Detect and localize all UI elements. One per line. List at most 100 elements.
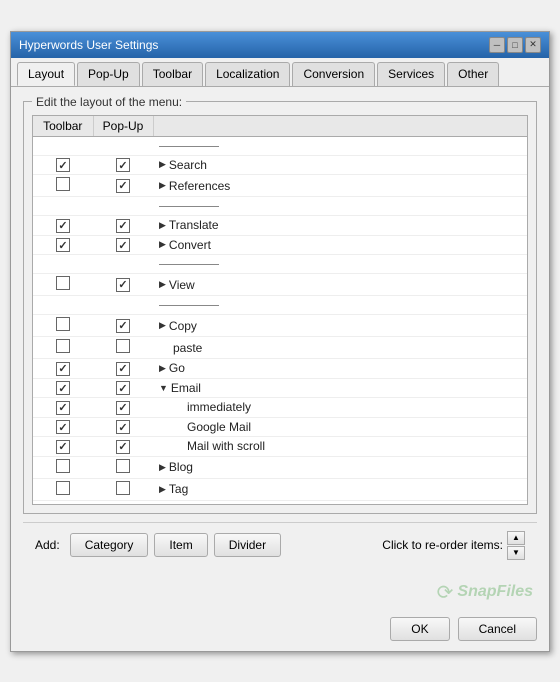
menu-table: Toolbar Pop-Up ▶Search▶References▶Transl… xyxy=(33,116,527,505)
label-text: Search xyxy=(169,158,207,172)
item-label-cell: ▼Email xyxy=(153,378,527,398)
toolbar-checkbox[interactable] xyxy=(56,481,70,495)
popup-checkbox[interactable] xyxy=(116,362,130,376)
popup-cell xyxy=(93,478,153,500)
item-label: ▶Search xyxy=(159,158,523,172)
category-button[interactable]: Category xyxy=(70,533,149,557)
add-bar: Add: Category Item Divider Click to re-o… xyxy=(23,522,537,568)
popup-cell xyxy=(93,255,153,274)
toolbar-checkbox[interactable] xyxy=(56,420,70,434)
toolbar-checkbox[interactable] xyxy=(56,381,70,395)
toolbar-cell xyxy=(33,359,93,379)
label-text: Convert xyxy=(169,238,211,252)
popup-cell xyxy=(93,456,153,478)
popup-checkbox[interactable] xyxy=(116,381,130,395)
label-text: Copy xyxy=(169,319,197,333)
footer-bar: OK Cancel xyxy=(11,611,549,651)
col-item xyxy=(153,116,527,137)
table-row: ▶Tag xyxy=(33,478,527,500)
popup-checkbox[interactable] xyxy=(116,238,130,252)
layout-fieldset: Edit the layout of the menu: Toolbar Pop… xyxy=(23,95,537,514)
ok-button[interactable]: OK xyxy=(390,617,449,641)
popup-checkbox[interactable] xyxy=(116,440,130,454)
item-label-cell: ▶Search xyxy=(153,155,527,175)
item-button[interactable]: Item xyxy=(154,533,207,557)
popup-checkbox[interactable] xyxy=(116,420,130,434)
toolbar-checkbox[interactable] xyxy=(56,362,70,376)
table-header-row: Toolbar Pop-Up xyxy=(33,116,527,137)
popup-checkbox[interactable] xyxy=(116,179,130,193)
reorder-down-button[interactable]: ▼ xyxy=(507,546,525,560)
table-row: ▼Email xyxy=(33,378,527,398)
item-label-cell xyxy=(153,296,527,315)
popup-cell xyxy=(93,359,153,379)
item-label: ▶Tag xyxy=(159,482,523,496)
item-label: paste xyxy=(173,341,523,355)
toolbar-cell xyxy=(33,255,93,274)
popup-cell xyxy=(93,417,153,437)
divider-line xyxy=(159,264,219,265)
label-text: Tag xyxy=(169,482,188,496)
popup-checkbox[interactable] xyxy=(116,401,130,415)
add-label: Add: xyxy=(35,538,60,552)
toolbar-checkbox[interactable] xyxy=(56,459,70,473)
toolbar-checkbox[interactable] xyxy=(56,276,70,290)
label-text: Email xyxy=(171,381,201,395)
toolbar-cell xyxy=(33,197,93,216)
toolbar-checkbox[interactable] xyxy=(56,238,70,252)
popup-cell xyxy=(93,296,153,315)
toolbar-checkbox[interactable] xyxy=(56,440,70,454)
table-row: ▶Translate xyxy=(33,216,527,236)
tab-toolbar[interactable]: Toolbar xyxy=(142,62,203,86)
tab-services[interactable]: Services xyxy=(377,62,445,86)
popup-checkbox[interactable] xyxy=(116,481,130,495)
toolbar-checkbox[interactable] xyxy=(56,158,70,172)
item-label-cell: ▶Translate xyxy=(153,216,527,236)
item-label: ▶Blog xyxy=(159,460,523,474)
table-row: ▶View xyxy=(33,274,527,296)
toolbar-checkbox[interactable] xyxy=(56,177,70,191)
popup-checkbox[interactable] xyxy=(116,219,130,233)
toolbar-checkbox[interactable] xyxy=(56,339,70,353)
snap-icon: ⟳ xyxy=(437,580,454,605)
maximize-button[interactable]: □ xyxy=(507,37,523,53)
popup-checkbox[interactable] xyxy=(116,278,130,292)
divider-button[interactable]: Divider xyxy=(214,533,281,557)
popup-cell xyxy=(93,378,153,398)
cancel-button[interactable]: Cancel xyxy=(458,617,537,641)
tab-conversion[interactable]: Conversion xyxy=(292,62,375,86)
item-label-cell: ▶Convert xyxy=(153,235,527,255)
label-text: Blog xyxy=(169,460,193,474)
popup-checkbox[interactable] xyxy=(116,158,130,172)
minimize-button[interactable]: ─ xyxy=(489,37,505,53)
toolbar-checkbox[interactable] xyxy=(56,317,70,331)
label-text: Translate xyxy=(169,218,219,232)
arrow-icon: ▶ xyxy=(159,484,166,495)
reorder-up-button[interactable]: ▲ xyxy=(507,531,525,545)
menu-table-container[interactable]: Toolbar Pop-Up ▶Search▶References▶Transl… xyxy=(32,115,528,505)
item-label-cell: immediately xyxy=(153,398,527,418)
table-row: immediately xyxy=(33,398,527,418)
item-label-cell: ▶References xyxy=(153,175,527,197)
main-window: Hyperwords User Settings ─ □ ✕ Layout Po… xyxy=(10,31,550,652)
arrow-icon: ▶ xyxy=(159,239,166,250)
tab-localization[interactable]: Localization xyxy=(205,62,290,86)
toolbar-checkbox[interactable] xyxy=(56,401,70,415)
table-row: ▶Search xyxy=(33,155,527,175)
tab-other[interactable]: Other xyxy=(447,62,499,86)
popup-cell xyxy=(93,216,153,236)
toolbar-cell xyxy=(33,378,93,398)
tab-popup[interactable]: Pop-Up xyxy=(77,62,140,86)
tab-layout[interactable]: Layout xyxy=(17,62,75,86)
popup-checkbox[interactable] xyxy=(116,319,130,333)
item-label-cell: ▶Copy xyxy=(153,315,527,337)
item-label: ▶View xyxy=(159,278,523,292)
popup-checkbox[interactable] xyxy=(116,339,130,353)
toolbar-cell xyxy=(33,315,93,337)
arrow-icon: ▶ xyxy=(159,279,166,290)
label-text: Mail with scroll xyxy=(187,439,265,453)
toolbar-checkbox[interactable] xyxy=(56,219,70,233)
popup-checkbox[interactable] xyxy=(116,459,130,473)
item-label: ▼Email xyxy=(159,381,523,395)
close-button[interactable]: ✕ xyxy=(525,37,541,53)
